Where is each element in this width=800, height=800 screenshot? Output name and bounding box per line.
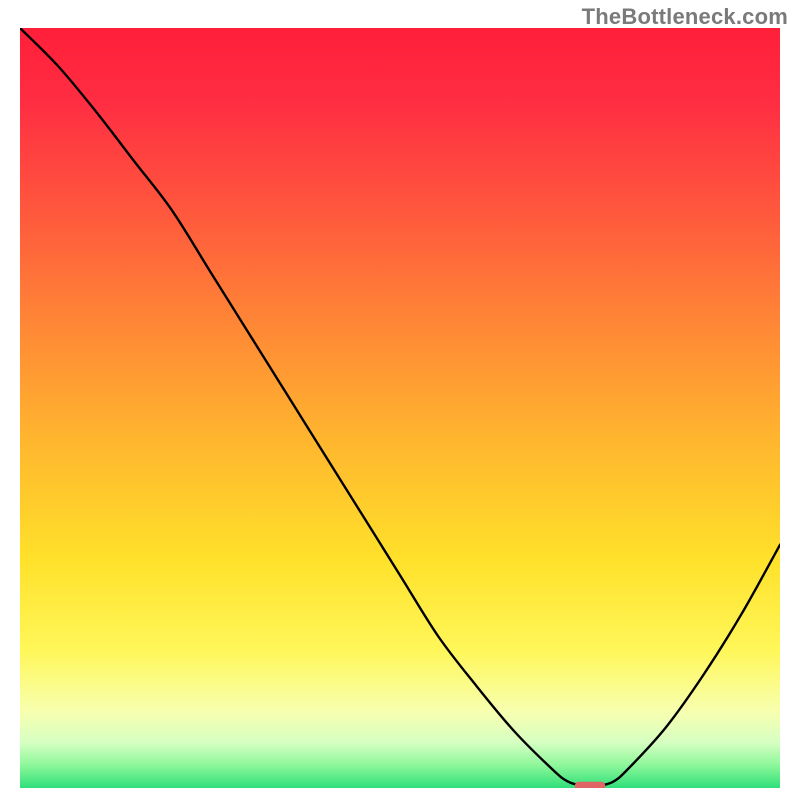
watermark-text: TheBottleneck.com [582,4,788,30]
chart-svg [20,28,780,788]
minimum-marker [575,782,605,788]
plot-area [20,28,780,788]
chart-container: TheBottleneck.com [0,0,800,800]
gradient-background [20,28,780,788]
